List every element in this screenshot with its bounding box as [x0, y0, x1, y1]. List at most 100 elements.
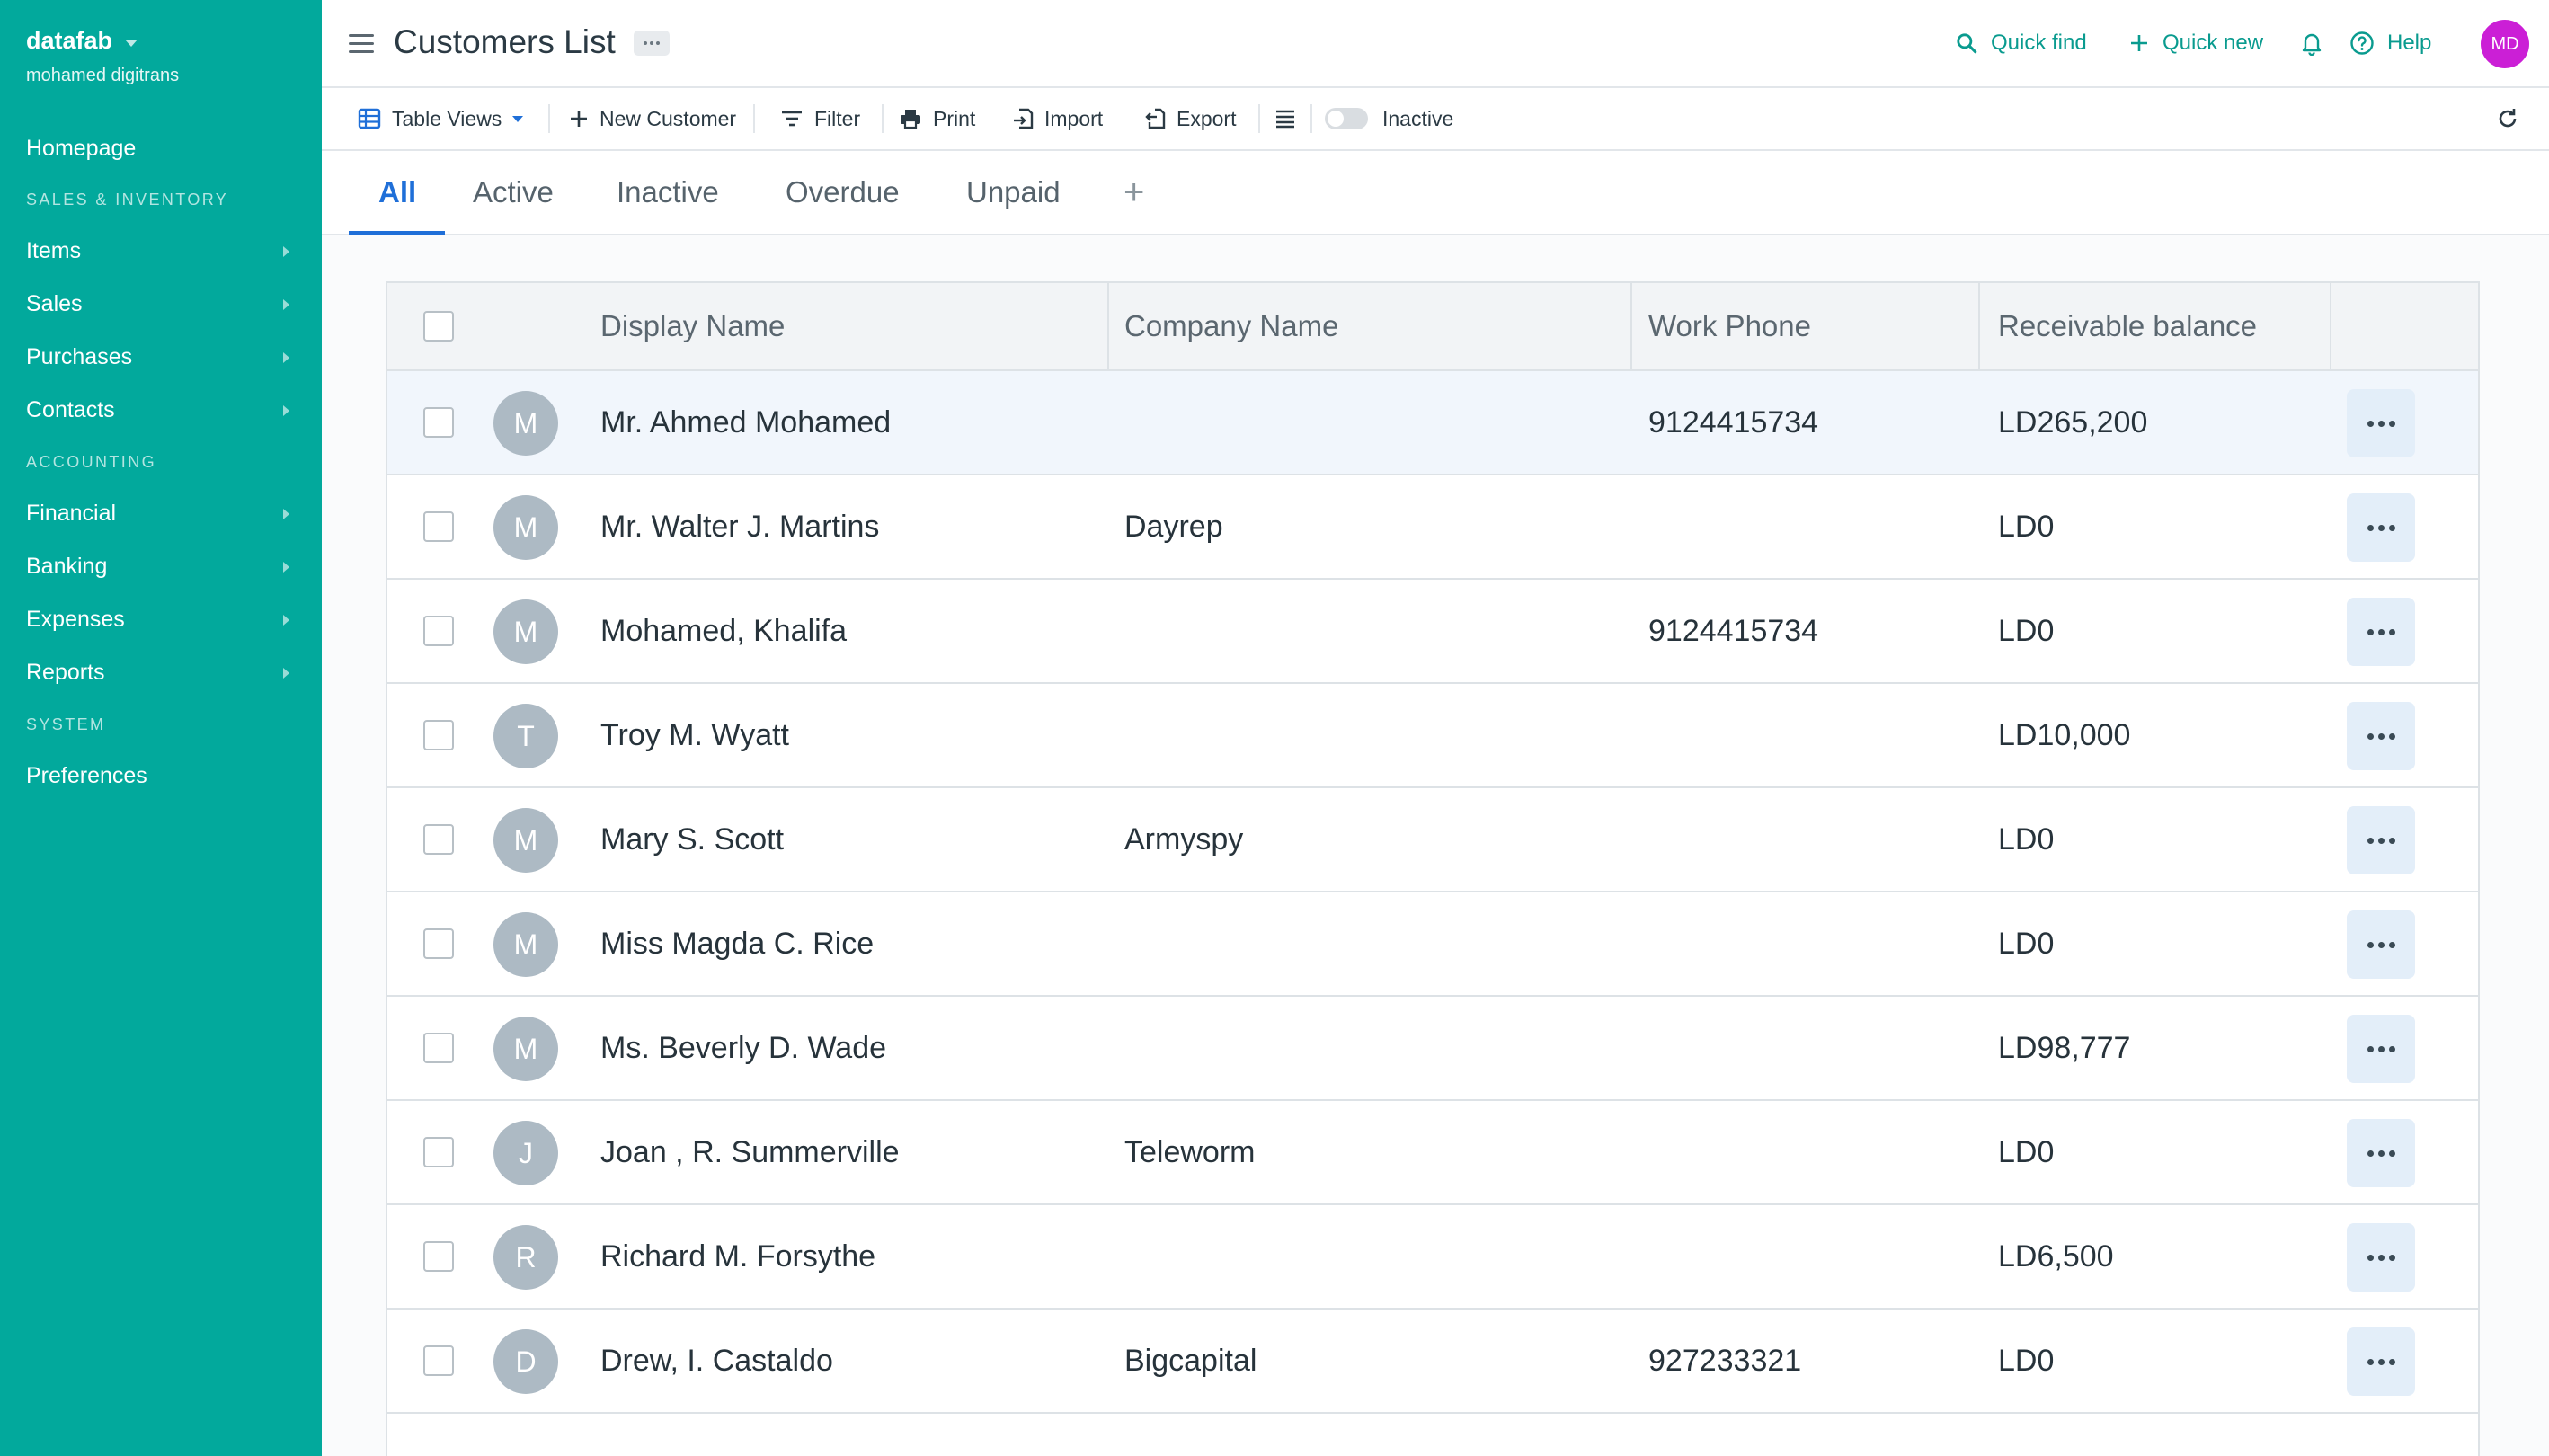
select-all-checkbox[interactable] [423, 311, 454, 342]
cell-display-name[interactable]: Mr. Ahmed Mohamed [600, 371, 891, 474]
refresh-button[interactable] [2495, 88, 2520, 149]
sidebar-item-preferences[interactable]: Preferences [0, 750, 322, 803]
table-row[interactable]: M Ms. Beverly D. Wade LD98,777 [387, 997, 2478, 1101]
sidebar-item-reports[interactable]: Reports [0, 646, 322, 699]
quick-find-label: Quick find [1991, 31, 2087, 55]
cell-display-name[interactable]: Mohamed, Khalifa [600, 580, 847, 682]
cell-display-name[interactable]: Joan , R. Summerville [600, 1101, 900, 1203]
toggle-switch[interactable] [1325, 108, 1368, 129]
row-actions-button[interactable] [2347, 598, 2415, 666]
sidebar-item-contacts[interactable]: Contacts [0, 384, 322, 437]
customer-avatar: M [493, 1017, 558, 1081]
more-icon[interactable] [634, 31, 670, 56]
cell-display-name[interactable]: Miss Magda C. Rice [600, 892, 874, 995]
tab-all[interactable]: All [378, 151, 416, 234]
row-checkbox[interactable] [423, 824, 454, 855]
row-checkbox[interactable] [423, 1033, 454, 1063]
table-views-button[interactable]: Table Views [358, 88, 524, 149]
caret-down-icon [512, 115, 524, 122]
row-checkbox[interactable] [423, 616, 454, 646]
row-actions-button[interactable] [2347, 1015, 2415, 1083]
sidebar-item-banking[interactable]: Banking [0, 540, 322, 593]
sidebar-item-label: Purchases [26, 344, 133, 369]
table-row[interactable]: T Troy M. Wyatt LD10,000 [387, 684, 2478, 788]
column-header-work-phone[interactable]: Work Phone [1648, 283, 1811, 369]
notifications-button[interactable] [2301, 31, 2323, 56]
table-row[interactable]: M Mr. Ahmed Mohamed 9124415734 LD265,200 [387, 371, 2478, 475]
sidebar-item-label: Sales [26, 291, 83, 316]
column-header-receivable-balance[interactable]: Receivable balance [1998, 283, 2257, 369]
help-icon [2350, 31, 2374, 55]
page-header: Customers List Quick find Quick new Help… [322, 0, 2549, 88]
toolbar-divider [1258, 104, 1260, 133]
cell-display-name[interactable]: Mary S. Scott [600, 788, 784, 891]
sidebar-item-purchases[interactable]: Purchases [0, 331, 322, 384]
row-actions-button[interactable] [2347, 1327, 2415, 1396]
cell-receivable-balance: LD0 [1998, 926, 2055, 961]
tab-inactive[interactable]: Inactive [617, 151, 719, 234]
table-row[interactable]: D Drew, I. Castaldo Bigcapital 927233321 LD0 [387, 1310, 2478, 1414]
toolbar-divider [1310, 104, 1312, 133]
page-title: Customers List [394, 23, 616, 60]
table-row[interactable]: M Mohamed, Khalifa 9124415734 LD0 [387, 580, 2478, 684]
cell-display-name[interactable]: Richard M. Forsythe [600, 1205, 875, 1308]
table-row[interactable]: M Mary S. Scott Armyspy LD0 [387, 788, 2478, 892]
row-actions-button[interactable] [2347, 493, 2415, 562]
cell-company-name: Dayrep [1124, 509, 1223, 544]
sidebar-item-items[interactable]: Items [0, 225, 322, 278]
print-button[interactable]: Print [899, 88, 975, 149]
export-icon [1145, 108, 1166, 129]
customer-avatar: T [493, 704, 558, 768]
inactive-toggle[interactable]: Inactive [1325, 88, 1453, 149]
cell-display-name[interactable]: Mr. Walter J. Martins [600, 475, 879, 578]
tab-unpaid[interactable]: Unpaid [966, 151, 1061, 234]
help-button[interactable]: Help [2349, 31, 2431, 56]
row-checkbox[interactable] [423, 1137, 454, 1167]
sidebar-item-sales[interactable]: Sales [0, 278, 322, 331]
caret-right-icon [283, 614, 289, 626]
row-actions-button[interactable] [2347, 806, 2415, 874]
cell-display-name[interactable]: Troy M. Wyatt [600, 684, 789, 786]
caret-down-icon [125, 39, 138, 47]
sidebar-item-expenses[interactable]: Expenses [0, 593, 322, 646]
organization-switcher[interactable]: datafab mohamed digitrans [26, 27, 179, 86]
row-checkbox[interactable] [423, 1345, 454, 1376]
row-actions-button[interactable] [2347, 1119, 2415, 1187]
sidebar-item-homepage[interactable]: Homepage [0, 122, 322, 174]
row-actions-button[interactable] [2347, 702, 2415, 770]
row-checkbox[interactable] [423, 407, 454, 438]
table-row[interactable]: M Mr. Walter J. Martins Dayrep LD0 [387, 475, 2478, 580]
export-button[interactable]: Export [1144, 88, 1236, 149]
hamburger-icon[interactable] [349, 34, 374, 54]
sidebar-item-financial[interactable]: Financial [0, 487, 322, 540]
row-checkbox[interactable] [423, 1241, 454, 1272]
view-tabs: All Active Inactive Overdue Unpaid + [322, 151, 2549, 235]
cell-display-name[interactable]: Ms. Beverly D. Wade [600, 997, 886, 1099]
column-header-display-name[interactable]: Display Name [600, 283, 785, 369]
row-checkbox[interactable] [423, 511, 454, 542]
tab-overdue[interactable]: Overdue [786, 151, 900, 234]
user-avatar[interactable]: MD [2481, 20, 2529, 68]
sidebar: datafab mohamed digitrans Homepage SALES… [0, 0, 322, 1456]
quick-find-button[interactable]: Quick find [1955, 31, 2087, 56]
column-header-company-name[interactable]: Company Name [1124, 283, 1338, 369]
filter-button[interactable]: Filter [780, 88, 860, 149]
row-actions-button[interactable] [2347, 389, 2415, 457]
row-actions-button[interactable] [2347, 1223, 2415, 1292]
cell-display-name[interactable]: Drew, I. Castaldo [600, 1310, 833, 1412]
import-button[interactable]: Import [1012, 88, 1103, 149]
table-row[interactable]: J Joan , R. Summerville Teleworm LD0 [387, 1101, 2478, 1205]
quick-new-button[interactable]: Quick new [2128, 31, 2263, 56]
add-view-icon[interactable]: + [1124, 151, 1144, 234]
tab-active[interactable]: Active [473, 151, 554, 234]
new-customer-button[interactable]: New Customer [569, 88, 736, 149]
row-actions-button[interactable] [2347, 910, 2415, 979]
row-checkbox[interactable] [423, 928, 454, 959]
row-checkbox[interactable] [423, 720, 454, 750]
bell-icon [2302, 33, 2322, 56]
table-row[interactable]: M Miss Magda C. Rice LD0 [387, 892, 2478, 997]
columns-button[interactable] [1274, 88, 1296, 149]
sidebar-item-label: Items [26, 238, 82, 263]
cell-receivable-balance: LD98,777 [1998, 1030, 2131, 1065]
table-row[interactable]: R Richard M. Forsythe LD6,500 [387, 1205, 2478, 1310]
